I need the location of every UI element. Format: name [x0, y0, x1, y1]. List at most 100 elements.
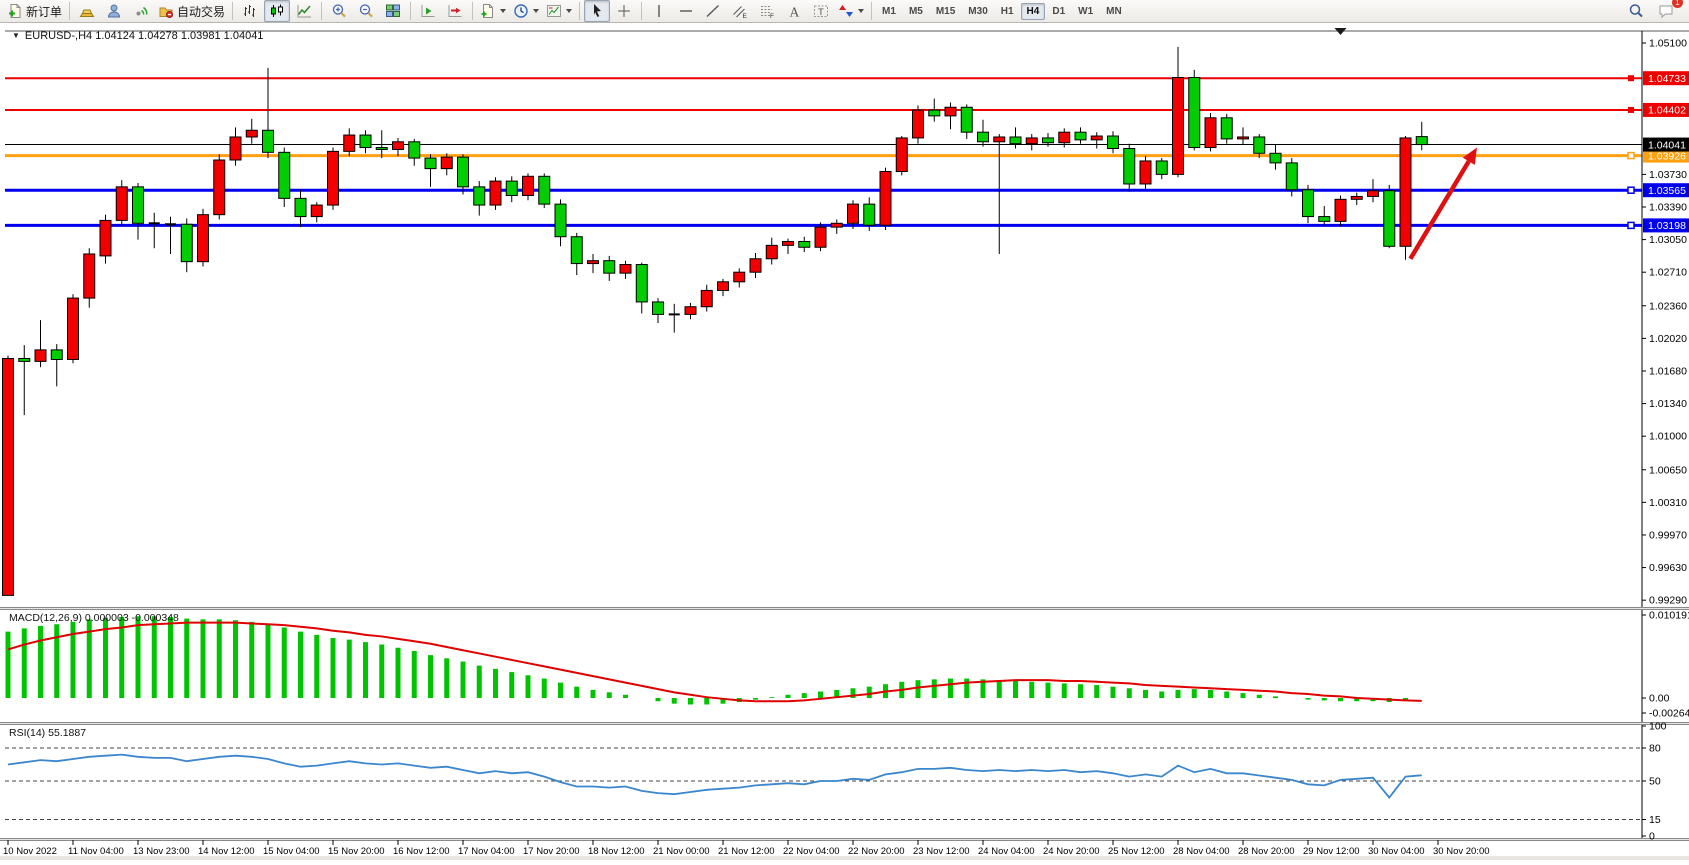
- timeframe-m5-button[interactable]: M5: [903, 3, 929, 20]
- svg-text:-0.002642: -0.002642: [1649, 708, 1689, 720]
- svg-text:15: 15: [1649, 814, 1661, 826]
- timeframe-mn-button[interactable]: MN: [1100, 3, 1128, 20]
- new-chart-icon: [480, 3, 496, 19]
- timeframe-h4-button[interactable]: H4: [1021, 3, 1046, 20]
- svg-text:28 Nov 04:00: 28 Nov 04:00: [1173, 846, 1230, 857]
- auto-scroll-button[interactable]: [415, 0, 441, 22]
- tile-windows-button[interactable]: [380, 0, 406, 22]
- svg-text:13 Nov 23:00: 13 Nov 23:00: [133, 846, 190, 857]
- macd-indicator-label: MACD(12,26,9) 0.000003 -0.000348: [9, 612, 179, 624]
- svg-text:50: 50: [1649, 776, 1661, 788]
- svg-text:1.03730: 1.03730: [1649, 169, 1687, 181]
- crosshair-button[interactable]: [611, 0, 637, 22]
- svg-text:0.99290: 0.99290: [1649, 595, 1687, 607]
- new-chart-button[interactable]: [477, 0, 509, 22]
- timeframe-d1-button[interactable]: D1: [1046, 3, 1071, 20]
- svg-text:21 Nov 00:00: 21 Nov 00:00: [653, 846, 710, 857]
- chart-shift-button[interactable]: [442, 0, 468, 22]
- toolbar-separator: [579, 2, 580, 20]
- zoom-out-button[interactable]: [353, 0, 379, 22]
- timeframe-w1-button[interactable]: W1: [1072, 3, 1099, 20]
- timeframe-m1-button[interactable]: M1: [876, 3, 902, 20]
- svg-text:17 Nov 04:00: 17 Nov 04:00: [458, 846, 515, 857]
- notification-badge: 1: [1672, 0, 1683, 8]
- svg-text:0.010191: 0.010191: [1649, 610, 1689, 622]
- zoom-out-icon: [358, 3, 374, 19]
- vertical-line-icon: [651, 3, 667, 19]
- chart-line-button[interactable]: [291, 0, 317, 22]
- chart-line-icon: [296, 3, 312, 19]
- svg-text:23 Nov 12:00: 23 Nov 12:00: [913, 846, 970, 857]
- svg-text:1.03390: 1.03390: [1649, 201, 1687, 213]
- toolbar-separator: [871, 2, 872, 20]
- profiles-button[interactable]: [510, 0, 542, 22]
- community-button[interactable]: [101, 0, 127, 22]
- chart-title: ▼EURUSD-,H4 1.04124 1.04278 1.03981 1.04…: [12, 30, 263, 42]
- equidistant-channel-button[interactable]: E: [727, 0, 753, 22]
- rsi-timeaxis-splitter[interactable]: [0, 838, 1689, 841]
- chat-icon: [1658, 3, 1674, 19]
- svg-text:E: E: [743, 13, 748, 19]
- chart-candles-button[interactable]: [264, 0, 290, 22]
- vertical-line-button[interactable]: [646, 0, 672, 22]
- new-order-button[interactable]: 新订单: [4, 0, 65, 22]
- timeframe-m30-button[interactable]: M30: [962, 3, 993, 20]
- svg-text:11 Nov 04:00: 11 Nov 04:00: [68, 846, 124, 857]
- svg-text:30 Nov 20:00: 30 Nov 20:00: [1433, 846, 1490, 857]
- svg-text:0.99970: 0.99970: [1649, 529, 1687, 541]
- horizontal-line-icon: [678, 3, 694, 19]
- cursor-button[interactable]: [584, 0, 610, 22]
- timeframe-h1-button[interactable]: H1: [995, 3, 1020, 20]
- templates-icon: [546, 3, 562, 19]
- fibonacci-button[interactable]: F: [754, 0, 780, 22]
- trendline-icon: [705, 3, 721, 19]
- horizontal-line-button[interactable]: [673, 0, 699, 22]
- signals-button[interactable]: [128, 0, 154, 22]
- gold-button[interactable]: [74, 0, 100, 22]
- crosshair-icon: [616, 3, 632, 19]
- svg-text:80: 80: [1649, 743, 1661, 755]
- search-button[interactable]: [1623, 0, 1649, 22]
- profiles-caret-icon: [533, 9, 539, 13]
- svg-text:100: 100: [1649, 721, 1667, 733]
- text-button[interactable]: A: [781, 0, 807, 22]
- text-label-button[interactable]: T: [808, 0, 834, 22]
- search-icon: [1628, 3, 1644, 19]
- rsi-indicator-label: RSI(14) 55.1887: [9, 727, 86, 739]
- svg-text:1.00650: 1.00650: [1649, 464, 1687, 476]
- macd-rsi-splitter[interactable]: [0, 722, 1689, 725]
- svg-text:28 Nov 20:00: 28 Nov 20:00: [1238, 846, 1295, 857]
- auto-trading-label: 自动交易: [177, 3, 225, 20]
- zoom-in-button[interactable]: [326, 0, 352, 22]
- chart-title-dropdown-icon[interactable]: ▼: [12, 31, 20, 40]
- text-icon: A: [786, 3, 802, 19]
- price-chart-canvas[interactable]: 1.051001.037301.033901.030501.027101.023…: [0, 23, 1689, 860]
- chart-bars-icon: [242, 3, 258, 19]
- svg-text:21 Nov 12:00: 21 Nov 12:00: [718, 846, 775, 857]
- main-toolbar: 新订单 自动交易 EFAT M1M5M15M30H1H4D1W1MN 1: [0, 0, 1689, 23]
- svg-text:1.05100: 1.05100: [1649, 38, 1687, 50]
- community-icon: [106, 3, 122, 19]
- svg-text:1.02360: 1.02360: [1649, 300, 1687, 312]
- timeframe-m15-button[interactable]: M15: [930, 3, 961, 20]
- toolbar-separator: [410, 2, 411, 20]
- trendline-button[interactable]: [700, 0, 726, 22]
- templates-caret-icon: [566, 9, 572, 13]
- svg-text:1.04041: 1.04041: [1648, 139, 1686, 151]
- main-macd-splitter[interactable]: [0, 607, 1689, 610]
- toolbar-separator: [472, 2, 473, 20]
- svg-text:0.99630: 0.99630: [1649, 562, 1687, 574]
- chart-bars-button[interactable]: [237, 0, 263, 22]
- new-order-icon: [7, 3, 23, 19]
- text-label-icon: T: [813, 3, 829, 19]
- arrows-button[interactable]: [835, 0, 867, 22]
- svg-text:29 Nov 12:00: 29 Nov 12:00: [1303, 846, 1360, 857]
- svg-text:1.03565: 1.03565: [1648, 185, 1686, 197]
- svg-text:1.03050: 1.03050: [1649, 234, 1687, 246]
- templates-button[interactable]: [543, 0, 575, 22]
- svg-text:1.04733: 1.04733: [1648, 73, 1686, 85]
- notifications-button[interactable]: 1: [1653, 0, 1679, 22]
- chart-window[interactable]: 1.051001.037301.033901.030501.027101.023…: [0, 23, 1689, 860]
- auto-trading-button[interactable]: 自动交易: [155, 0, 228, 22]
- svg-text:1.01340: 1.01340: [1649, 398, 1687, 410]
